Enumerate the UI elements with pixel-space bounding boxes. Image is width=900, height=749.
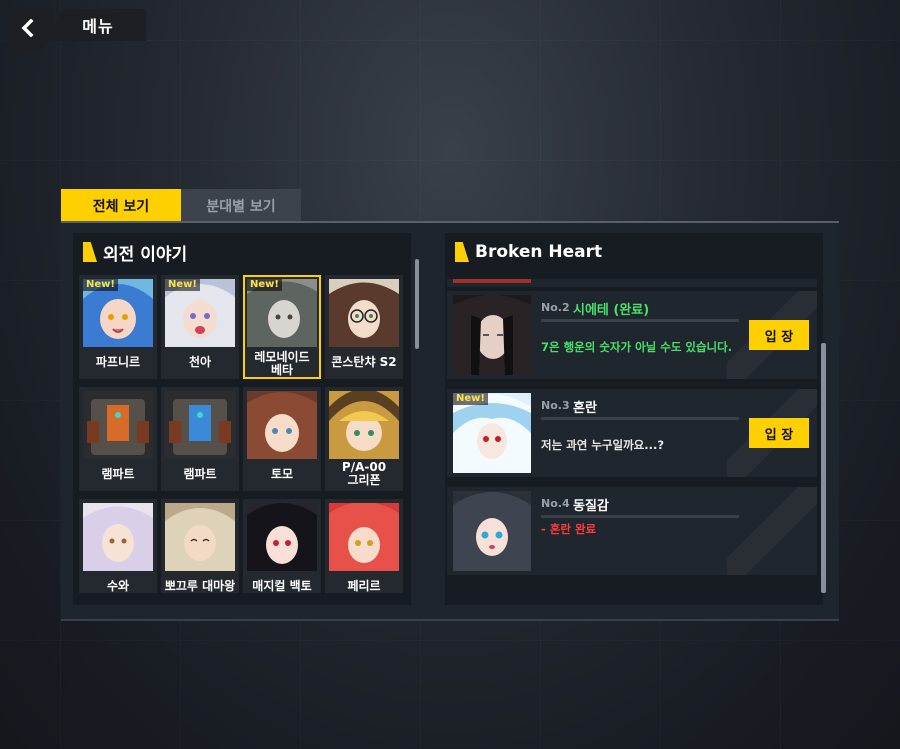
episode-item[interactable]: New! No.3 혼란 저는 과연 누구일까요...? 입 장: [447, 389, 817, 477]
character-name: 레모네이드 베타: [254, 350, 310, 377]
new-badge: New!: [453, 393, 488, 405]
character-name: 뽀끄루 대마왕: [164, 578, 236, 593]
character-card[interactable]: 램파트: [161, 387, 239, 491]
character-portrait: [247, 391, 317, 459]
episode-description: 저는 과연 누구일까요...?: [541, 438, 665, 452]
character-portrait: [329, 279, 399, 347]
right-scrollbar[interactable]: [821, 343, 826, 593]
character-name: 램파트: [101, 466, 135, 481]
episode-description: 7은 행운의 숫자가 아닐 수도 있습니다.: [541, 340, 733, 354]
episode-item[interactable]: No.2 시에테 (완료) 7은 행운의 숫자가 아닐 수도 있습니다. 입 장: [447, 291, 817, 379]
episode-item-locked[interactable]: No.4 동질감 - 혼란 완료: [447, 487, 817, 575]
character-card[interactable]: 매지컬 백토: [243, 499, 321, 593]
episode-divider: [541, 319, 739, 322]
character-name: 페리르: [347, 578, 381, 593]
episode-requirement: - 혼란 완료: [541, 522, 597, 536]
episode-decoration: [727, 487, 817, 575]
episode-number: No.3: [541, 399, 570, 412]
character-card[interactable]: 램파트: [79, 387, 157, 491]
character-portrait: [165, 503, 235, 571]
header-marker-icon: [455, 242, 469, 262]
back-button[interactable]: [8, 8, 54, 54]
character-name: 토모: [270, 466, 294, 481]
character-card[interactable]: P/A-00 그리폰: [325, 387, 403, 491]
episode-header: Broken Heart: [445, 233, 823, 271]
side-story-header: 외전 이야기: [73, 233, 411, 271]
tab-all[interactable]: 전체 보기: [61, 189, 181, 222]
back-arrow-icon: [21, 19, 34, 37]
episode-thumbnail: [453, 295, 531, 375]
character-card[interactable]: 수와: [79, 499, 157, 593]
character-portrait: [247, 503, 317, 571]
episode-divider: [541, 515, 739, 518]
new-badge: New!: [247, 279, 282, 291]
character-name: 천아: [188, 354, 212, 369]
new-badge: New!: [165, 279, 200, 291]
character-grid[interactable]: New! 파프니르 New! 천아 New! 레모네이드 베타 콘스탄챠 S2 …: [79, 275, 405, 593]
character-card[interactable]: New! 파프니르: [79, 275, 157, 379]
character-portrait: [83, 391, 153, 459]
character-card[interactable]: 토모: [243, 387, 321, 491]
character-name: 램파트: [183, 466, 217, 481]
left-scrollbar[interactable]: [415, 259, 419, 349]
character-card[interactable]: 뽀끄루 대마왕: [161, 499, 239, 593]
character-name: 수와: [106, 578, 130, 593]
character-card[interactable]: 콘스탄챠 S2: [325, 275, 403, 379]
character-portrait: [83, 503, 153, 571]
episode-title: 혼란: [573, 401, 597, 416]
episode-thumbnail: [453, 279, 531, 283]
character-name: 콘스탄챠 S2: [331, 354, 397, 369]
character-card[interactable]: New! 천아: [161, 275, 239, 379]
character-card-selected[interactable]: New! 레모네이드 베타: [243, 275, 321, 379]
episode-divider: [541, 417, 739, 420]
character-name: 파프니르: [95, 354, 141, 369]
character-name: P/A-00 그리폰: [341, 460, 387, 487]
side-story-title: 외전 이야기: [103, 244, 188, 265]
tab-by-squad[interactable]: 분대별 보기: [181, 189, 301, 222]
enter-button[interactable]: 입 장: [749, 320, 809, 350]
episode-title: 동질감: [573, 499, 609, 514]
story-title: Broken Heart: [475, 242, 603, 262]
episode-item[interactable]: [447, 279, 817, 287]
new-badge: New!: [83, 279, 118, 291]
character-portrait: [165, 391, 235, 459]
episode-title: 시에테 (완료): [573, 303, 650, 318]
episode-thumbnail: [453, 491, 531, 571]
character-name: 매지컬 백토: [252, 578, 312, 593]
header-marker-icon: [83, 242, 97, 262]
enter-button[interactable]: 입 장: [749, 418, 809, 448]
character-card[interactable]: 페리르: [325, 499, 403, 593]
side-story-section: 외전 이야기 New! 파프니르 New! 천아 New! 레모네이드 베타 콘…: [73, 233, 419, 605]
character-portrait: [329, 503, 399, 571]
episode-number: No.4: [541, 497, 570, 510]
episode-thumbnail: [453, 393, 531, 473]
episode-section: Broken Heart No.2 시에테 (완료) 7은 행운의 숫자가 아닐…: [445, 233, 823, 605]
episode-list[interactable]: No.2 시에테 (완료) 7은 행운의 숫자가 아닐 수도 있습니다. 입 장…: [447, 279, 817, 601]
menu-title: 메뉴: [50, 9, 146, 41]
character-portrait: [329, 391, 399, 459]
main-panel: 외전 이야기 New! 파프니르 New! 천아 New! 레모네이드 베타 콘…: [61, 221, 839, 619]
episode-number: No.2: [541, 301, 570, 314]
